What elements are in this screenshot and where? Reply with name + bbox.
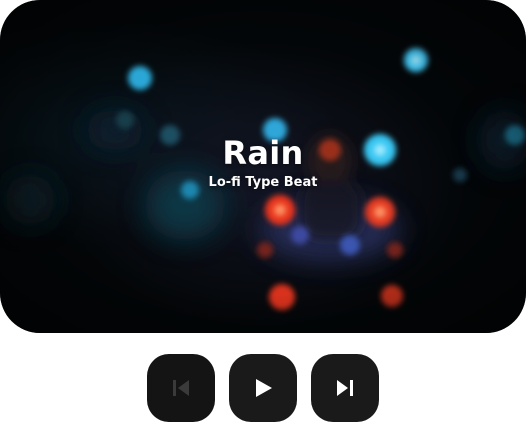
album-artwork: Rain Lo-fi Type Beat [0,0,526,333]
next-track-button[interactable] [311,354,379,422]
track-title: Rain [222,134,304,172]
music-player: Rain Lo-fi Type Beat [0,0,526,422]
skip-previous-icon [168,375,194,401]
skip-next-icon [332,375,358,401]
track-subtitle: Lo-fi Type Beat [208,175,318,190]
play-icon [250,375,276,401]
track-info: Rain Lo-fi Type Beat [0,134,526,192]
previous-track-button[interactable] [147,354,215,422]
play-button[interactable] [229,354,297,422]
playback-controls [147,354,379,422]
